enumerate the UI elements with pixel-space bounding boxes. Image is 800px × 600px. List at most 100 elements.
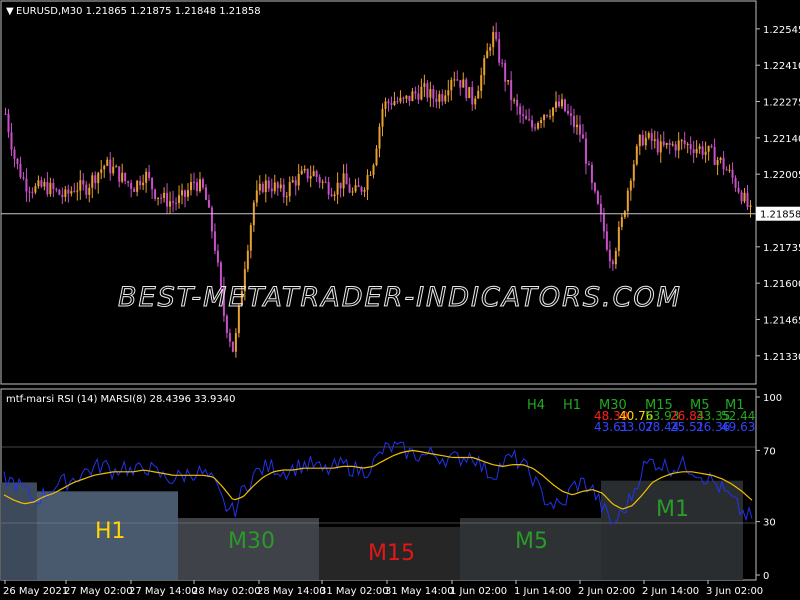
candle-body bbox=[378, 126, 381, 149]
candle-body bbox=[710, 145, 713, 148]
candle-body bbox=[746, 192, 749, 208]
candle-body bbox=[61, 194, 64, 197]
candle-body bbox=[480, 75, 483, 91]
candle-body bbox=[201, 179, 204, 188]
candle-body bbox=[695, 149, 698, 154]
candle-body bbox=[659, 141, 662, 153]
candle-body bbox=[414, 91, 417, 94]
candle-body bbox=[384, 101, 387, 109]
candle-body bbox=[677, 140, 680, 151]
candle-body bbox=[76, 190, 79, 192]
candle-body bbox=[546, 115, 549, 117]
time-tick-label: 2 Jun 02:00 bbox=[578, 586, 635, 597]
candle-body bbox=[357, 185, 360, 188]
candle-body bbox=[345, 173, 348, 185]
candle-body bbox=[614, 250, 617, 265]
candle-body bbox=[318, 176, 321, 183]
candle-body bbox=[596, 191, 599, 204]
time-axis[interactable]: 26 May 202127 May 02:0027 May 14:0028 Ma… bbox=[3, 580, 763, 597]
candle-body bbox=[423, 83, 426, 87]
candle-body bbox=[737, 187, 740, 193]
candle-body bbox=[611, 261, 614, 265]
candle-body bbox=[73, 191, 76, 193]
indicator-axis[interactable]: 100 70 30 0 bbox=[756, 393, 782, 582]
zone-label: M30 bbox=[228, 529, 275, 554]
candle-body bbox=[297, 174, 300, 186]
timeframe-zone bbox=[1, 482, 37, 580]
time-tick-label: 27 May 14:00 bbox=[129, 586, 198, 597]
candle-body bbox=[285, 196, 288, 198]
candle-body bbox=[587, 163, 590, 165]
candle-body bbox=[569, 113, 572, 116]
time-tick-label: 28 May 14:00 bbox=[257, 586, 326, 597]
candle-body bbox=[228, 333, 231, 342]
candle-body bbox=[204, 187, 207, 200]
zone-label: M5 bbox=[515, 529, 548, 554]
candle-body bbox=[360, 187, 363, 192]
candle-body bbox=[525, 115, 528, 120]
timeframe-header: H4 bbox=[527, 398, 545, 413]
candle-body bbox=[13, 149, 16, 159]
candle-body bbox=[279, 184, 282, 189]
candle-body bbox=[130, 182, 133, 189]
candle-body bbox=[133, 188, 136, 192]
candle-body bbox=[333, 194, 336, 197]
candle-body bbox=[632, 164, 635, 181]
candle-body bbox=[731, 169, 734, 178]
candle-body bbox=[653, 139, 656, 141]
candle-body bbox=[300, 170, 303, 175]
indicator-level-label: 100 bbox=[763, 393, 782, 404]
indicator-pane[interactable]: mtf-marsi RSI (14) MARSI(8) 28.4396 33.9… bbox=[0, 388, 757, 581]
candle-body bbox=[462, 79, 465, 88]
candle-body bbox=[572, 115, 575, 128]
candle-body bbox=[393, 101, 396, 105]
candle-body bbox=[453, 79, 456, 81]
candle-body bbox=[58, 189, 61, 195]
candle-body bbox=[686, 143, 689, 145]
candle-body bbox=[115, 166, 118, 168]
timeframe-zone bbox=[601, 480, 743, 580]
mt4-chart-window[interactable]: ▼ EURUSD,M30 1.21865 1.21875 1.21848 1.2… bbox=[0, 0, 800, 600]
candle-body bbox=[641, 134, 644, 146]
candle-body bbox=[566, 111, 569, 114]
candle-body bbox=[91, 175, 94, 188]
timeframe-header: H1 bbox=[563, 398, 581, 413]
candle-body bbox=[82, 180, 85, 185]
candle-body bbox=[288, 182, 291, 197]
price-tick-label: 1.22140 bbox=[763, 134, 800, 145]
candle-body bbox=[190, 182, 192, 191]
price-axis[interactable]: 1.22545 1.22410 1.22275 1.22140 1.22005 1.218… bbox=[756, 25, 800, 363]
candle-body bbox=[564, 99, 566, 112]
zone-label: M15 bbox=[368, 541, 415, 566]
dropdown-icon[interactable]: ▼ bbox=[6, 6, 14, 17]
price-tick-label: 1.22275 bbox=[763, 98, 800, 109]
candle-body bbox=[719, 157, 722, 161]
time-tick-label: 3 Jun 02:00 bbox=[706, 586, 763, 597]
price-pane[interactable]: ▼ EURUSD,M30 1.21865 1.21875 1.21848 1.2… bbox=[0, 0, 757, 385]
candle-body bbox=[246, 250, 249, 270]
candle-body bbox=[94, 175, 97, 184]
candle-body bbox=[561, 99, 564, 107]
candle-body bbox=[154, 189, 157, 199]
candle-body bbox=[668, 142, 671, 145]
candle-body bbox=[139, 180, 142, 186]
candle-body bbox=[195, 182, 198, 192]
candle-body bbox=[402, 97, 405, 99]
timeframe-values-row-2: 43.6133.0728.4425.5126.3649.63 bbox=[594, 420, 755, 434]
candle-body bbox=[725, 169, 728, 171]
candle-body bbox=[447, 90, 450, 96]
price-tick-label: 1.22005 bbox=[763, 170, 800, 181]
candle-body bbox=[575, 124, 578, 128]
timeframe-value: 49.63 bbox=[721, 420, 755, 434]
candle-body bbox=[16, 158, 19, 164]
candle-body bbox=[540, 120, 543, 123]
price-tick-label: 1.21465 bbox=[763, 315, 800, 326]
candle-body bbox=[590, 164, 593, 183]
candle-body bbox=[543, 115, 546, 121]
candle-body bbox=[64, 189, 67, 197]
candle-body bbox=[689, 143, 692, 150]
candle-body bbox=[743, 192, 746, 202]
candle-body bbox=[315, 171, 318, 177]
candle-body bbox=[291, 180, 294, 183]
candle-body bbox=[106, 159, 109, 166]
